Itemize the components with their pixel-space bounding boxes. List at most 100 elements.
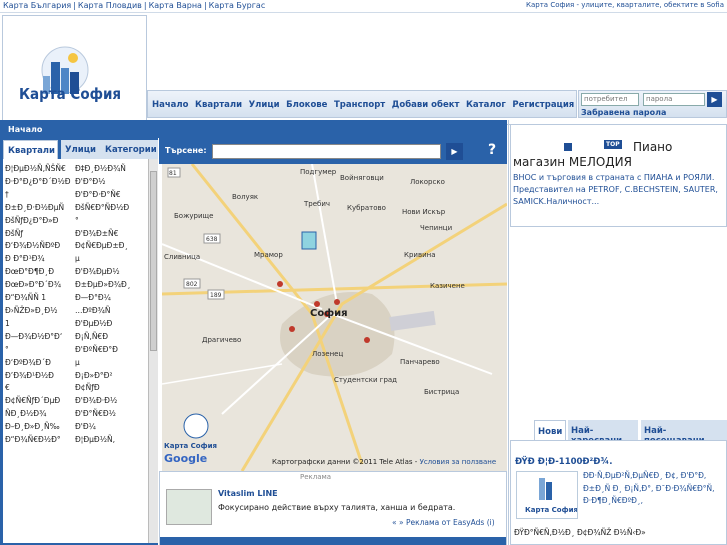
district-list-item[interactable]: Ð±ÐµÐ»Ð¾Ð¸	[75, 279, 143, 292]
district-list-item[interactable]: µ	[75, 357, 143, 370]
item-heading[interactable]: ÐŸÐ Ð¦Ð-1100Ð²Ð¾.	[515, 457, 612, 467]
district-list-item[interactable]: Ð‘Ð¾Ð½ÑÐºÐ	[5, 240, 73, 253]
district-list-item[interactable]: Ð›ÑŽÐ»Ð¸Ð½	[5, 305, 73, 318]
svg-text:Карта София: Карта София	[164, 442, 217, 450]
district-list-item[interactable]: Ð'Ð¾Ð·Ð½	[75, 395, 143, 408]
district-list-item[interactable]: Ð'Ð°Ð·Ð°Ñ€	[75, 189, 143, 202]
username-input[interactable]: потребител	[581, 93, 639, 106]
search-button[interactable]: ▶	[446, 143, 463, 160]
district-list-item[interactable]: Ð'Ð¾Ð±Ñ€	[75, 228, 143, 241]
district-list-item[interactable]: Ð'ÐµÐ½Ð	[75, 318, 143, 331]
right-tabs: Нови Най-харесвани Най-посещавани	[534, 420, 727, 446]
link-burgas[interactable]: Карта Бургас	[209, 1, 266, 10]
district-list-item[interactable]: Ð¢ÑƒÐ	[75, 382, 143, 395]
link-bulgaria[interactable]: Карта България	[3, 1, 71, 10]
svg-text:Лозенец: Лозенец	[312, 350, 343, 358]
district-list-item[interactable]: Ð–Ð¸Ð»Ð¸Ñ‰	[5, 421, 73, 434]
tab-most-liked[interactable]: Най-харесвани	[568, 420, 638, 446]
svg-text:Бистрица: Бистрица	[424, 388, 459, 396]
nav-districts[interactable]: Квартали	[195, 100, 242, 110]
district-list-item[interactable]: ÐœÐ°Ð¶Ð¸Ð	[5, 266, 73, 279]
scrollbar-thumb[interactable]	[150, 171, 157, 351]
district-list-item[interactable]: Ð'Ð°Ñ€Ð½	[75, 408, 143, 421]
district-list-item[interactable]: Ð—Ð¾Ð½Ð°Ð‘	[5, 331, 73, 344]
ad-footer[interactable]: « » Реклама от EasyAds (i)	[392, 518, 495, 527]
nav-add-object[interactable]: Добави обект	[392, 100, 460, 110]
district-list-item[interactable]: Ð'ÐºÑ€Ð°Ð	[75, 344, 143, 357]
svg-text:Мрамор: Мрамор	[254, 251, 283, 259]
item-thumbnail[interactable]: Карта София	[516, 471, 578, 519]
site-tagline[interactable]: Карта София - улиците, кварталите, обект…	[526, 1, 724, 9]
svg-text:802: 802	[186, 281, 198, 288]
tab-districts[interactable]: Квартали	[3, 140, 58, 159]
district-list-item[interactable]: …ÐºÐ¾Ñ	[75, 305, 143, 318]
district-list-item[interactable]: ÐšÑ€Ð°ÑÐ½Ð	[75, 202, 143, 215]
svg-text:Кривина: Кривина	[404, 251, 436, 259]
promo-title[interactable]: Пиано	[633, 140, 672, 154]
nav-register[interactable]: Регистрация	[512, 100, 574, 110]
district-list-item[interactable]: 1	[5, 318, 73, 331]
search-input[interactable]	[212, 144, 441, 159]
district-list-item[interactable]: Ð¡Ñ‚Ñ€Ð	[75, 331, 143, 344]
district-list-item[interactable]: °	[5, 344, 73, 357]
promo-title-line2[interactable]: магазин МЕЛОДИЯ	[513, 155, 632, 169]
info-icon[interactable]	[563, 142, 573, 152]
tab-new[interactable]: Нови	[534, 420, 566, 440]
list-scrollbar[interactable]	[148, 159, 158, 543]
district-list-item[interactable]: Ð’Ð¾Ð¹Ð½Ð	[5, 370, 73, 383]
district-list-item[interactable]: °	[75, 215, 143, 228]
nav-blocks[interactable]: Блокове	[286, 100, 327, 110]
district-list-item[interactable]: Ð'Ð¾ÐµÐ½	[75, 266, 143, 279]
map-label: Подгумер	[300, 168, 337, 176]
district-list-item[interactable]: Ð'Ð¼	[75, 421, 143, 434]
district-list-item[interactable]: Ð“Ð¾Ñ€Ð½Ð°	[5, 434, 73, 447]
district-list-item[interactable]: Ð¦ÐµÐ½Ñ‚ÑŠÑ€	[5, 163, 73, 176]
svg-text:Чепинци: Чепинци	[420, 224, 452, 232]
breadcrumb[interactable]: Начало	[0, 120, 507, 138]
login-button[interactable]: ▶	[707, 92, 722, 107]
district-list-item[interactable]: Ð‘ÐºÐ¾Ð´Ð	[5, 357, 73, 370]
nav-transport[interactable]: Транспорт	[334, 100, 385, 110]
link-plovdiv[interactable]: Карта Пловдив	[78, 1, 142, 10]
link-varna[interactable]: Карта Варна	[149, 1, 202, 10]
left-tabs: Квартали Улици Категории	[3, 140, 158, 159]
district-list-item[interactable]: µ	[75, 253, 143, 266]
district-list-item[interactable]: †	[5, 189, 73, 202]
svg-text:81: 81	[169, 170, 177, 177]
terms-link[interactable]: Условия за ползване	[420, 458, 497, 466]
top-bar: Карта България | Карта Пловдив | Карта Варна…	[0, 0, 727, 13]
ad-title[interactable]: Vitaslim LINE	[218, 489, 278, 498]
nav-streets[interactable]: Улици	[249, 100, 280, 110]
tab-streets[interactable]: Улици	[61, 140, 101, 159]
svg-text:Сливница: Сливница	[164, 253, 200, 261]
district-list-item[interactable]: Ð¡Ð»Ð°Ð²	[75, 370, 143, 383]
district-list-item[interactable]: ÑÐ¸Ð½Ð¾	[5, 408, 73, 421]
nav-catalog[interactable]: Каталог	[466, 100, 506, 110]
district-list-item[interactable]: Ð'Ð°Ð½	[75, 176, 143, 189]
district-list-item[interactable]: Ð Ð°Ð¹Ð¾	[5, 253, 73, 266]
help-icon[interactable]: ?	[488, 142, 496, 158]
district-list-item[interactable]: Ð¢Ñ€ÑƒÐ´ÐµÐ	[5, 395, 73, 408]
logo[interactable]: Карта София	[2, 15, 147, 123]
map-view[interactable]: Подгумер Войняговци Локорско Волуяк Треб…	[162, 164, 507, 471]
district-list-item[interactable]: Ð¢Ñ€ÐµÐ±Ð¸	[75, 240, 143, 253]
district-list-item[interactable]: Ð“Ð¾ÑÑ 1	[5, 292, 73, 305]
nav-home[interactable]: Начало	[152, 100, 189, 110]
forgot-password-link[interactable]: Забравена парола	[581, 108, 666, 117]
district-list-item[interactable]: €	[5, 382, 73, 395]
svg-text:Драгичево: Драгичево	[202, 336, 241, 344]
district-list-item[interactable]: Ð—Ð°Ð¼	[75, 292, 143, 305]
district-list-item[interactable]: ÐšÑƒÐ¿Ð°Ð»Ð	[5, 215, 73, 228]
district-list-item[interactable]: Ð·Ð°Ð¿Ð°Ð´Ð½Ð	[5, 176, 73, 189]
password-input[interactable]: парола	[643, 93, 705, 106]
district-list-item[interactable]: Ð‡Ð¸Ð½Ð¾Ñ	[75, 163, 143, 176]
ad-image[interactable]	[166, 489, 212, 525]
tab-most-visited[interactable]: Най-посещавани	[641, 420, 727, 446]
district-list-item[interactable]: Ð¦ÐµÐ½Ñ‚	[75, 434, 143, 447]
svg-text:189: 189	[210, 292, 222, 299]
district-list-item[interactable]: Ð±Ð¸Ð·Ð½ÐµÑ	[5, 202, 73, 215]
district-list-item[interactable]: ÐšÑƒ	[5, 228, 73, 241]
item-description: ÐÐ·Ñ‚ÐµÐ²Ñ‚ÐµÑ€Ð¸ Ð¢, Ð'Ð°Ð, Ð±Ð¸Ñ Ð¸ Ð¡…	[583, 471, 715, 505]
tab-categories[interactable]: Категории	[101, 140, 158, 159]
district-list-item[interactable]: ÐœÐ»Ð°Ð´Ð¾	[5, 279, 73, 292]
